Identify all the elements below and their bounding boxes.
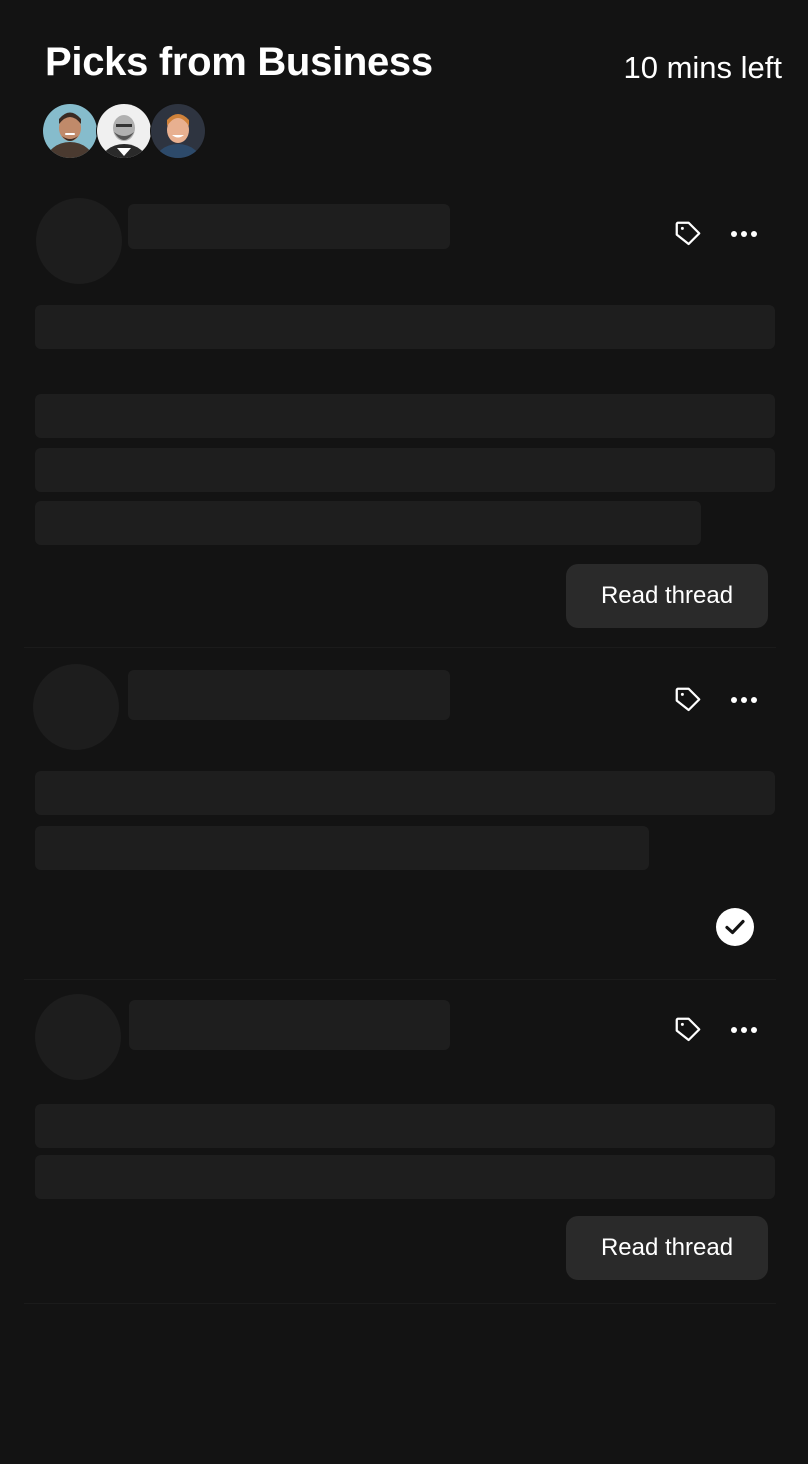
more-icon[interactable] [726, 216, 762, 252]
thread-card [24, 656, 776, 976]
page-title: Picks from Business [45, 40, 433, 84]
text-line-placeholder [35, 448, 775, 492]
read-thread-button[interactable]: Read thread [566, 564, 768, 628]
more-icon[interactable] [726, 1012, 762, 1048]
divider [24, 979, 776, 980]
time-left-label: 10 mins left [623, 50, 782, 85]
tag-icon[interactable] [670, 682, 706, 718]
text-line-placeholder [35, 771, 775, 815]
author-name-placeholder [128, 204, 450, 249]
check-circle-icon[interactable] [716, 908, 754, 946]
text-line-placeholder [35, 1104, 775, 1148]
divider [24, 1303, 776, 1304]
tag-icon[interactable] [670, 1012, 706, 1048]
tag-icon[interactable] [670, 216, 706, 252]
divider [24, 647, 776, 648]
thread-card: Read thread [24, 986, 776, 1296]
read-thread-button[interactable]: Read thread [566, 1216, 768, 1280]
text-line-placeholder [35, 826, 649, 870]
author-avatar-placeholder [36, 198, 122, 284]
text-line-placeholder [35, 394, 775, 438]
author-avatar-placeholder [35, 994, 121, 1080]
text-line-placeholder [35, 501, 701, 545]
avatar [43, 104, 97, 158]
text-line-placeholder [35, 305, 775, 349]
more-icon[interactable] [726, 682, 762, 718]
text-line-placeholder [35, 1155, 775, 1199]
author-avatar-placeholder [33, 664, 119, 750]
avatar [151, 104, 205, 158]
author-name-placeholder [129, 1000, 450, 1050]
thread-card: Read thread [24, 190, 776, 640]
avatar [97, 104, 151, 158]
author-name-placeholder [128, 670, 450, 720]
